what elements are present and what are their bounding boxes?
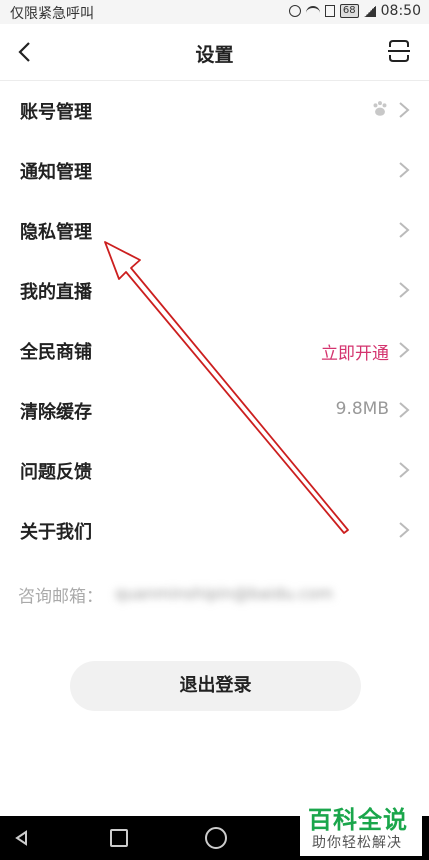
chevron-right-icon xyxy=(399,282,410,298)
status-icons: 68 08:50 xyxy=(288,3,421,19)
system-back-icon[interactable] xyxy=(14,830,30,846)
nav-bar: 设置 xyxy=(0,24,429,80)
settings-row-cache[interactable]: 清除缓存 9.8MB xyxy=(0,380,429,440)
chevron-right-icon xyxy=(399,222,410,238)
chevron-right-icon xyxy=(399,402,410,418)
page-title: 设置 xyxy=(195,44,234,66)
settings-row-shop[interactable]: 全民商铺 立即开通 xyxy=(0,320,429,380)
row-label: 隐私管理 xyxy=(20,222,92,243)
watermark-title: 百科全说 xyxy=(308,806,408,834)
wifi-icon xyxy=(305,6,320,16)
settings-row-notification[interactable]: 通知管理 xyxy=(0,140,429,200)
battery-icon: 68 xyxy=(339,4,359,18)
baidu-paw-icon xyxy=(373,101,387,116)
nfc-icon xyxy=(288,5,301,17)
cache-size: 9.8MB xyxy=(335,399,389,419)
row-label: 清除缓存 xyxy=(20,402,92,423)
sim-icon xyxy=(324,5,335,17)
chevron-right-icon xyxy=(399,462,410,478)
signal-icon xyxy=(363,5,376,17)
watermark-subtitle: 助你轻松解决 xyxy=(312,835,402,851)
recent-apps-button[interactable] xyxy=(110,829,128,847)
watermark: 百科全说 助你轻松解决 xyxy=(300,800,422,856)
chevron-right-icon xyxy=(399,162,410,178)
chevron-right-icon xyxy=(399,102,410,118)
chevron-right-icon xyxy=(399,522,410,538)
row-label: 关于我们 xyxy=(20,522,92,543)
chevron-right-icon xyxy=(399,342,410,358)
carrier-text: 仅限紧急呼叫 xyxy=(10,6,94,22)
settings-row-feedback[interactable]: 问题反馈 xyxy=(0,440,429,500)
row-label: 我的直播 xyxy=(20,282,92,303)
logout-button[interactable]: 退出登录 xyxy=(70,661,361,711)
settings-row-account[interactable]: 账号管理 xyxy=(0,80,429,140)
open-now-link[interactable]: 立即开通 xyxy=(321,339,389,364)
contact-email: quanminshipin@baidu.com xyxy=(115,584,334,603)
clock: 08:50 xyxy=(380,3,421,19)
settings-row-live[interactable]: 我的直播 xyxy=(0,260,429,320)
status-bar: 仅限紧急呼叫 68 08:50 xyxy=(0,0,429,24)
row-label: 问题反馈 xyxy=(20,462,92,483)
scan-icon[interactable] xyxy=(387,39,411,63)
contact-label: 咨询邮箱： xyxy=(18,587,103,607)
row-label: 全民商铺 xyxy=(20,342,92,363)
settings-row-privacy[interactable]: 隐私管理 xyxy=(0,200,429,260)
settings-row-about[interactable]: 关于我们 xyxy=(0,500,429,560)
row-label: 账号管理 xyxy=(20,102,92,123)
row-label: 通知管理 xyxy=(20,162,92,183)
home-button[interactable] xyxy=(205,827,227,849)
